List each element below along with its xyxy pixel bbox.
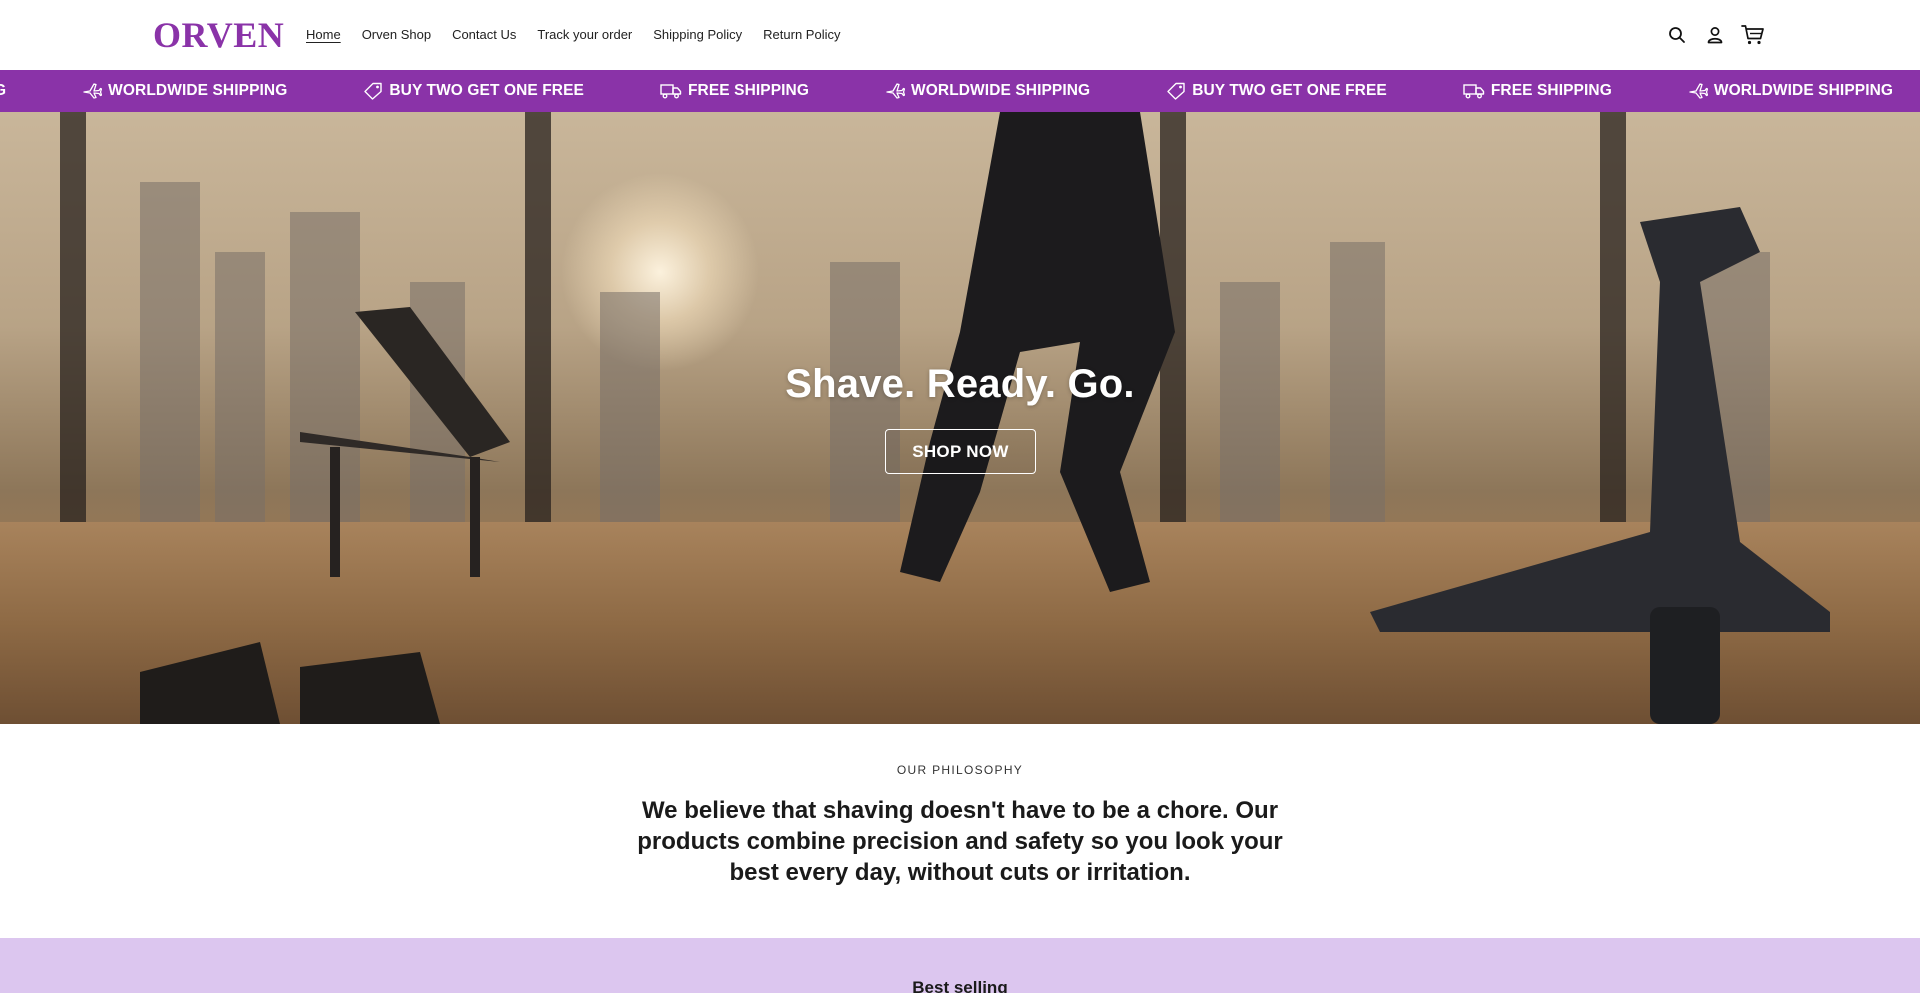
announcement-text: BUY TWO GET ONE FREE (1192, 82, 1387, 99)
announcement-bar: G WORLDWIDE SHIPPING BUY TWO GET ONE FRE… (0, 70, 1920, 112)
truck-icon (660, 84, 682, 99)
truck-icon (1463, 84, 1485, 99)
hero-title: Shave. Ready. Go. (785, 362, 1135, 406)
announcement-text: WORLDWIDE SHIPPING (108, 82, 288, 99)
announcement-item: FREE SHIPPING (660, 82, 809, 100)
announcement-item: FREE SHIPPING (1463, 82, 1612, 100)
announcement-text: WORLDWIDE SHIPPING (911, 82, 1091, 99)
site-header: ORVEN Home Orven Shop Contact Us Track y… (0, 0, 1920, 70)
announcement-text: FREE SHIPPING (1490, 82, 1612, 99)
header-icons (0, 22, 1920, 48)
account-icon[interactable] (1702, 22, 1728, 48)
plane-icon (83, 83, 103, 99)
shop-now-button[interactable]: SHOP NOW (885, 429, 1036, 474)
hero-content: Shave. Ready. Go. SHOP NOW (0, 112, 1920, 724)
hero-banner: Shave. Ready. Go. SHOP NOW (0, 112, 1920, 724)
philosophy-eyebrow: OUR PHILOSOPHY (896, 763, 1024, 777)
announcement-item: WORLDWIDE SHIPPING (885, 82, 1090, 100)
tag-icon (1167, 82, 1185, 100)
plane-icon (886, 83, 906, 99)
announcement-text: FREE SHIPPING (687, 82, 810, 99)
announcement-item: BUY TWO GET ONE FREE (1166, 82, 1387, 100)
philosophy-section: OUR PHILOSOPHY We believe that shaving d… (0, 724, 1920, 938)
plane-icon (1689, 83, 1708, 99)
announcement-track: G WORLDWIDE SHIPPING BUY TWO GET ONE FRE… (0, 70, 1920, 112)
announcement-item: WORLDWIDE SHIPPING (1688, 82, 1893, 100)
announcement-item: BUY TWO GET ONE FREE (363, 82, 584, 100)
announcement-text: BUY TWO GET ONE FREE (389, 82, 584, 99)
announcement-text: WORLDWIDE SHIPPING (1713, 82, 1894, 99)
announcement-item: WORLDWIDE SHIPPING (82, 82, 287, 100)
tag-icon (364, 82, 383, 100)
announcement-partial-text: G (0, 82, 7, 99)
philosophy-text: We believe that shaving doesn't have to … (637, 797, 1283, 886)
announcement-item: G (0, 82, 6, 100)
best-selling-title: Best selling (912, 978, 1008, 993)
search-icon[interactable] (1664, 22, 1690, 48)
best-selling-section: Best selling (0, 938, 1920, 993)
cart-icon[interactable] (1740, 22, 1766, 48)
